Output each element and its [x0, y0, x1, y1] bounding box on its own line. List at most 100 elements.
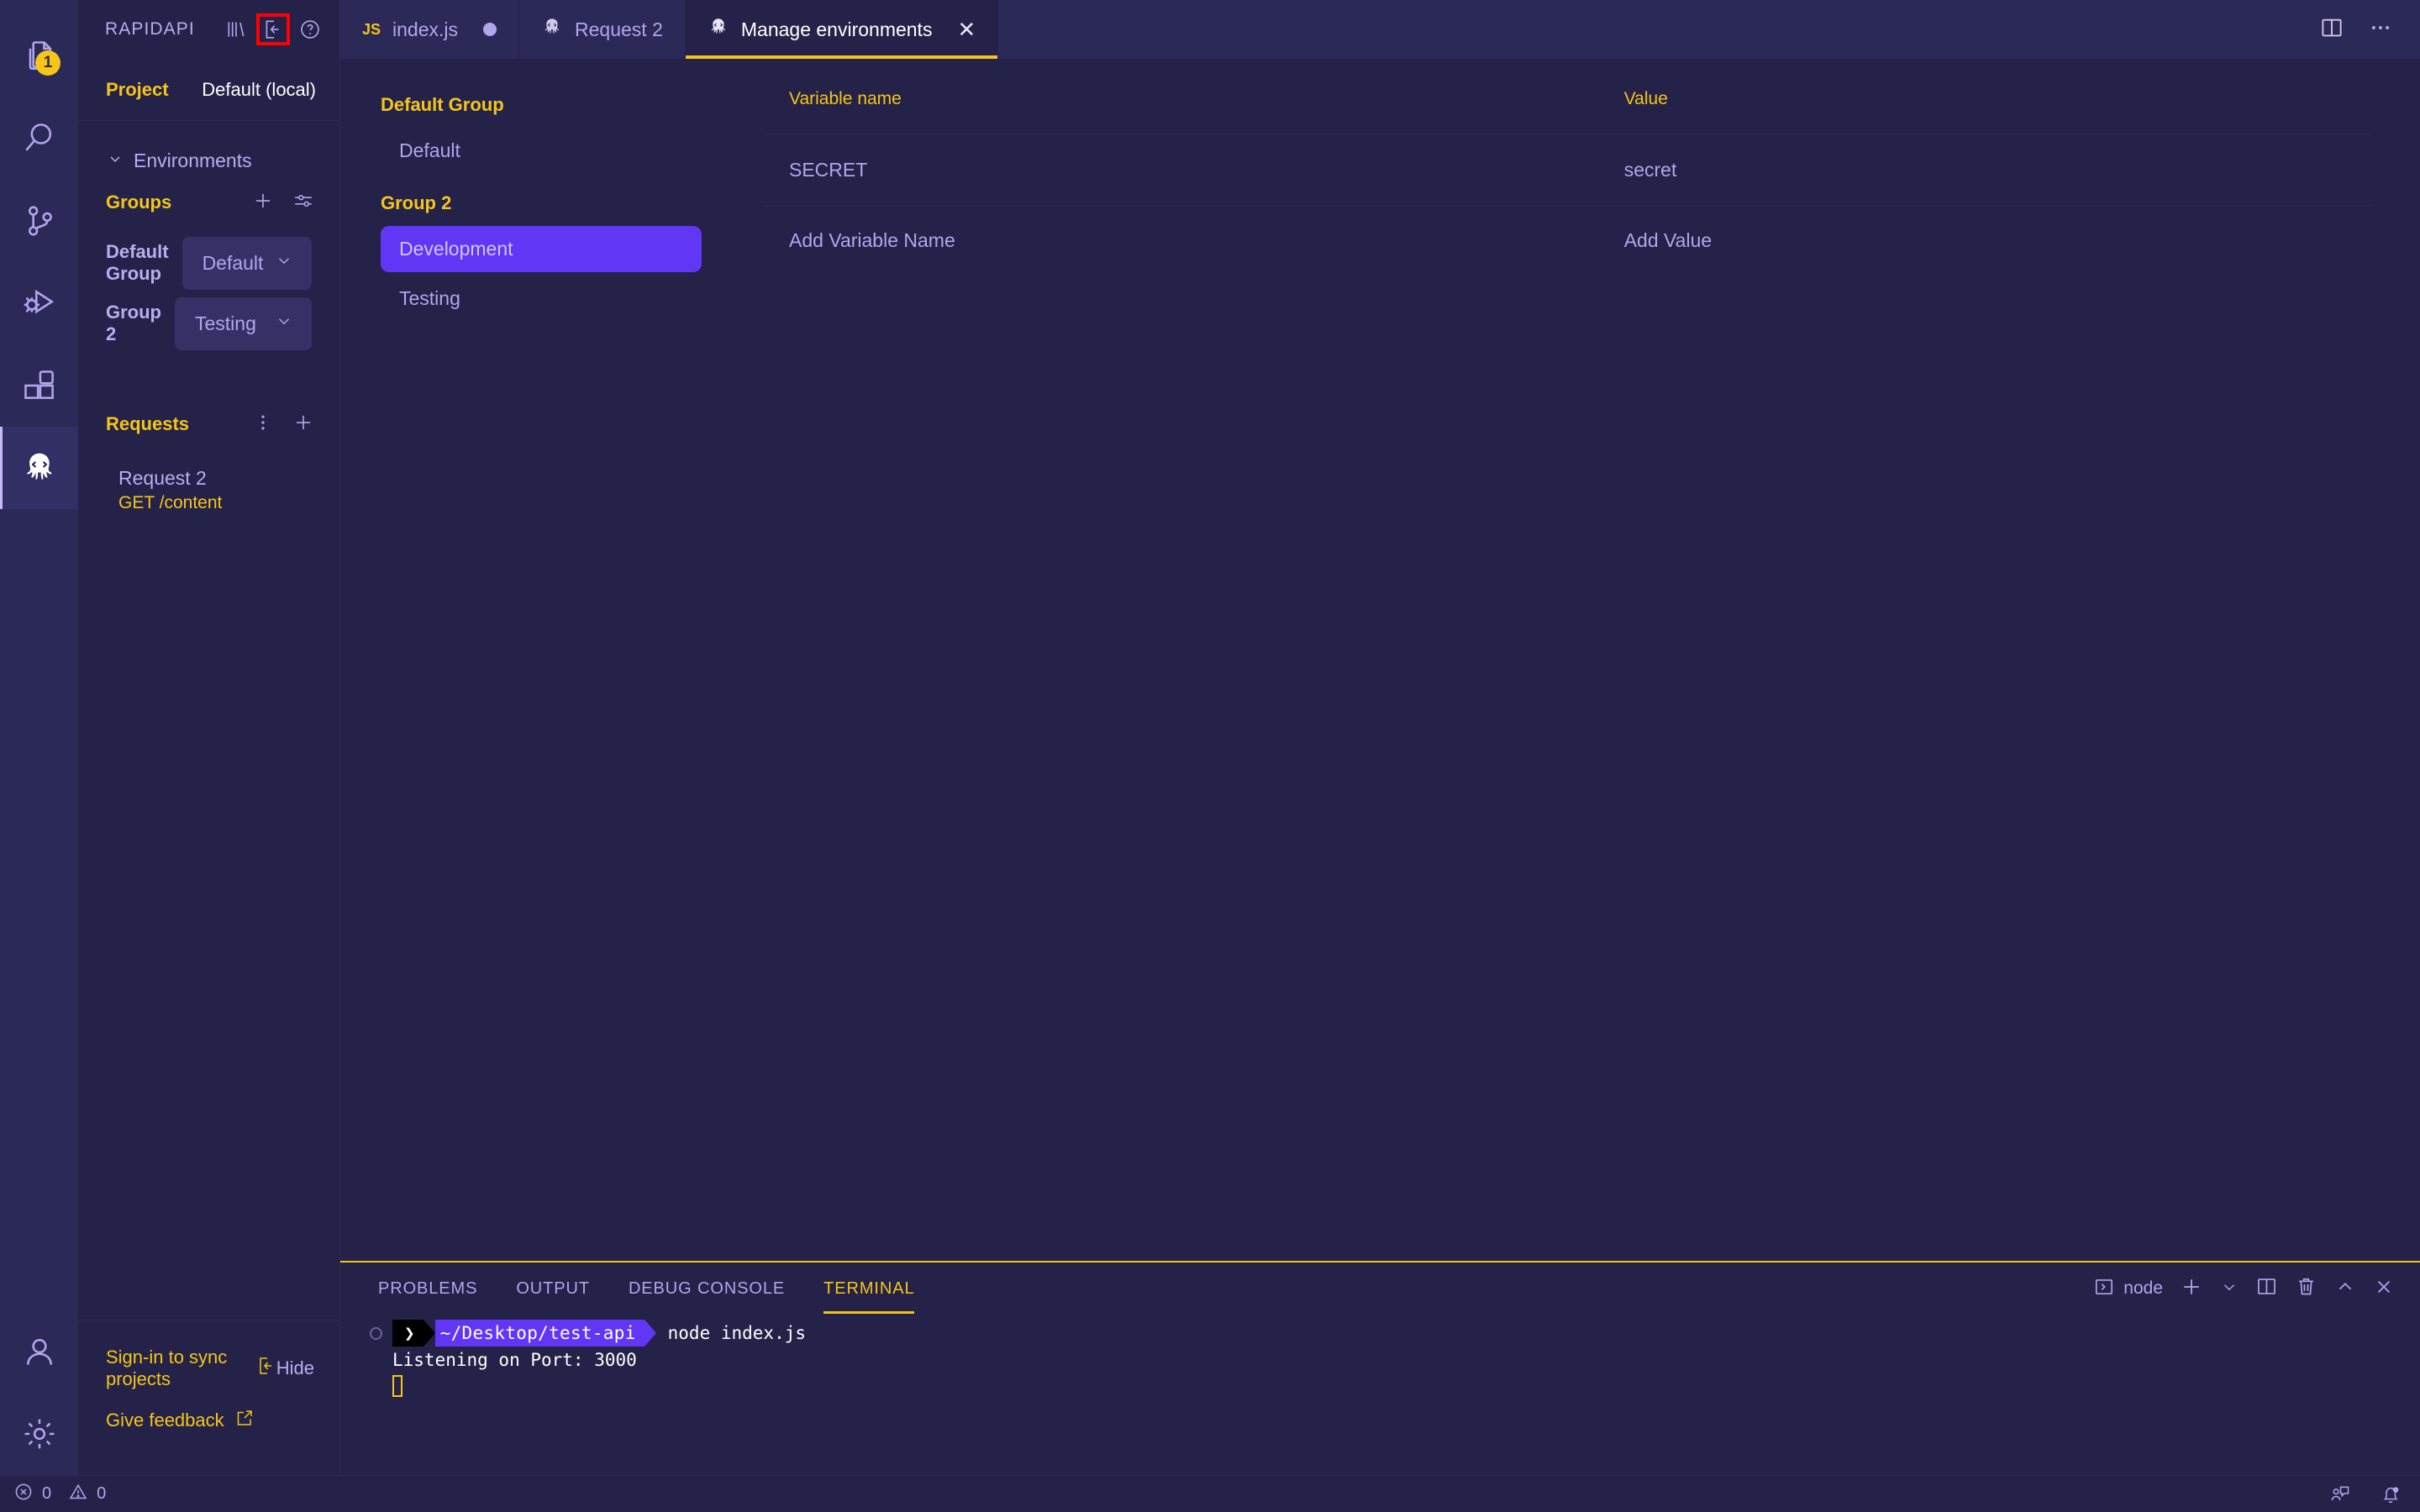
activity-item-extensions[interactable]	[0, 344, 78, 427]
activity-item-search[interactable]	[0, 97, 78, 180]
variable-name-cell[interactable]: SECRET	[764, 134, 1599, 206]
warning-count: 0	[97, 1484, 107, 1503]
js-file-icon: JS	[362, 20, 381, 38]
activity-item-explorer[interactable]: 1	[0, 15, 78, 97]
chevron-up-icon	[2334, 1276, 2356, 1302]
column-header-value: Value	[1623, 89, 1668, 108]
library-icon[interactable]	[225, 18, 247, 40]
panel-tab-debug-console[interactable]: DEBUG CONSOLE	[629, 1268, 785, 1310]
signin-row: Sign-in to sync projects Hide	[78, 1342, 339, 1394]
trash-icon	[2295, 1275, 2317, 1302]
project-label: Project	[106, 78, 169, 100]
chevron-down-icon	[275, 312, 293, 335]
chevron-down-icon	[107, 150, 124, 172]
activity-item-source-control[interactable]	[0, 180, 78, 262]
panel-tab-terminal[interactable]: TERMINAL	[823, 1268, 915, 1314]
requests-section-header: Requests	[78, 394, 339, 454]
editor-tab-bar: JS index.js Request 2 Manage environment…	[340, 0, 2420, 59]
hide-button[interactable]: Hide	[276, 1357, 314, 1379]
prompt-arrow-separator-icon	[423, 1320, 435, 1347]
table-header-row: Variable name Value	[764, 89, 2370, 135]
table-row: Add Variable Name Add Value	[764, 205, 2370, 276]
activity-item-run-and-debug[interactable]	[0, 262, 78, 344]
tab-index-js[interactable]: JS index.js	[340, 0, 520, 59]
panel-actions: node	[2093, 1275, 2395, 1303]
prompt-path-separator-icon	[644, 1320, 656, 1347]
variable-value-cell[interactable]: secret	[1598, 134, 2370, 206]
prompt-path-segment: ~/Desktop/test-api	[434, 1320, 644, 1347]
project-row: Project Default (local)	[78, 59, 339, 121]
split-editor-icon[interactable]	[2319, 15, 2344, 45]
group-select-value: Testing	[195, 312, 256, 334]
tab-manage-environments[interactable]: Manage environments ✕	[685, 0, 999, 59]
prompt-arrow-segment: ❯	[392, 1320, 424, 1347]
maximize-panel-button[interactable]	[2334, 1276, 2356, 1302]
group-select[interactable]: Default	[182, 236, 312, 290]
project-value[interactable]: Default (local)	[202, 79, 316, 101]
terminal-output[interactable]: ❯ ~/Desktop/test-api node index.js Liste…	[340, 1315, 2420, 1475]
environment-list: Default Group Default Group 2 Developmen…	[340, 59, 727, 1261]
terminal-command: node index.js	[667, 1323, 807, 1343]
side-panel-header: RAPIDAPI	[78, 0, 339, 59]
signin-to-sync-link[interactable]: Sign-in to sync projects	[106, 1347, 276, 1390]
workbench-body: 1 RAPIDAPI Project Default (local) Envir…	[0, 0, 2420, 1475]
sliders-icon[interactable]	[292, 190, 314, 216]
more-actions-icon[interactable]	[2368, 15, 2393, 45]
status-problems[interactable]: 0 0	[13, 1482, 106, 1507]
group-row: Group 2 Testing	[78, 293, 339, 354]
add-variable-name-cell[interactable]: Add Variable Name	[764, 205, 1599, 276]
environment-item-development[interactable]: Development	[381, 226, 702, 272]
groups-section-header: Groups	[78, 172, 339, 233]
activity-item-rapidapi[interactable]	[0, 427, 78, 509]
activity-item-settings[interactable]	[0, 1393, 78, 1475]
request-list-item[interactable]: Request 2 GET /content	[78, 454, 339, 527]
new-terminal-button[interactable]	[2180, 1275, 2203, 1303]
add-variable-value-cell[interactable]: Add Value	[1598, 205, 2370, 276]
plus-icon[interactable]	[292, 412, 314, 438]
environment-group-label: Group 2	[381, 192, 452, 213]
group-row: Default Group Default	[78, 233, 339, 293]
terminal-shell-selector[interactable]: node	[2093, 1276, 2163, 1302]
terminal-output-line: Listening on Port: 3000	[392, 1350, 637, 1370]
status-bar: 0 0	[0, 1475, 2420, 1512]
panel-tab-problems[interactable]: PROBLEMS	[378, 1268, 477, 1310]
request-method-path: GET /content	[118, 492, 223, 512]
kill-terminal-button[interactable]	[2295, 1275, 2317, 1302]
tab-label: Manage environments	[740, 18, 933, 40]
plus-icon[interactable]	[252, 190, 274, 216]
environment-item-default[interactable]: Default	[381, 128, 702, 174]
bell-icon[interactable]	[2380, 1483, 2402, 1505]
feedback-icon[interactable]	[2329, 1483, 2351, 1505]
side-panel-title: RAPIDAPI	[105, 19, 195, 39]
kebab-menu-icon[interactable]	[252, 412, 274, 438]
run-and-debug-icon	[21, 285, 58, 322]
environment-item-testing[interactable]: Testing	[381, 276, 702, 322]
group-select-value: Default	[202, 251, 264, 274]
activity-item-accounts[interactable]	[0, 1310, 78, 1393]
close-panel-button[interactable]	[2373, 1276, 2395, 1302]
close-icon[interactable]: ✕	[957, 17, 976, 43]
status-bar-right	[2329, 1483, 2402, 1505]
sign-in-icon[interactable]	[256, 13, 290, 45]
search-icon	[21, 120, 58, 157]
help-icon[interactable]	[299, 18, 321, 40]
chevron-down-icon	[2220, 1278, 2238, 1300]
manage-environments-view: Default Group Default Group 2 Developmen…	[340, 59, 2420, 1261]
feedback-row: Give feedback	[78, 1394, 339, 1446]
environments-section-header[interactable]: Environments	[78, 121, 339, 172]
dirty-indicator-icon	[483, 23, 497, 36]
group-name: Default Group	[106, 241, 169, 284]
split-terminal-button[interactable]	[2255, 1275, 2278, 1302]
tab-label: Request 2	[575, 18, 663, 40]
chevron-down-icon	[275, 251, 293, 275]
vscode-window: 1 RAPIDAPI Project Default (local) Envir…	[0, 0, 2420, 1512]
panel-tab-output[interactable]: OUTPUT	[516, 1268, 590, 1310]
account-icon	[21, 1333, 58, 1370]
panel-tab-bar: PROBLEMS OUTPUT DEBUG CONSOLE TERMINAL n…	[340, 1263, 2420, 1315]
tab-request-2[interactable]: Request 2	[519, 0, 686, 59]
terminal-dropdown-button[interactable]	[2220, 1278, 2238, 1300]
explorer-badge: 1	[35, 50, 60, 76]
give-feedback-link[interactable]: Give feedback	[106, 1408, 255, 1433]
column-header-variable-name: Variable name	[789, 89, 902, 108]
group-select[interactable]: Testing	[175, 297, 312, 350]
